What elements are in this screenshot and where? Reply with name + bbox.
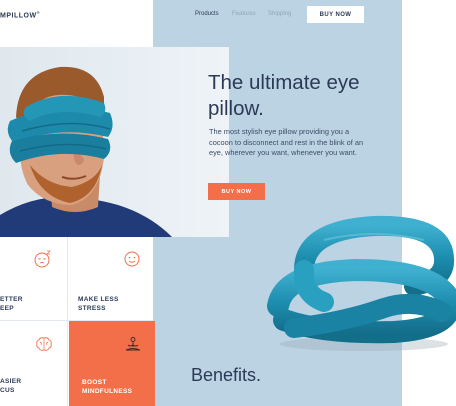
grid-divider-vertical	[67, 237, 68, 406]
sleeping-face-icon	[33, 250, 53, 273]
nav-shipping[interactable]: Shipping	[268, 11, 291, 17]
hero-photo	[0, 47, 229, 237]
benefit-easier-focus: ASIER CUS	[0, 378, 22, 394]
benefit-better-sleep: ETTER EEP	[0, 296, 23, 312]
hero-title: The ultimate eye pillow.	[208, 71, 360, 120]
smiling-face-icon	[123, 250, 141, 273]
header-buy-now-button[interactable]: BUY NOW	[307, 6, 364, 23]
benefit-card-boost-mindfulness[interactable]: BOOST MINDFULNESS	[69, 321, 155, 406]
hero-description: The most stylish eye pillow providing yo…	[209, 127, 364, 157]
eye-pillow-product-image	[264, 210, 456, 355]
benefit-boost-mindfulness-label: BOOST MINDFULNESS	[82, 379, 133, 395]
brand-logo[interactable]: MPILLOW®	[0, 10, 40, 19]
benefits-heading: Benefits.	[191, 365, 262, 385]
brain-icon	[35, 335, 53, 358]
nav-features[interactable]: Features	[232, 11, 256, 17]
meditation-icon	[124, 336, 142, 359]
benefit-make-less-stress: MAKE LESS STRESS	[78, 296, 119, 312]
nav-products[interactable]: Products	[195, 11, 219, 17]
hero-buy-now-button[interactable]: BUY NOW	[208, 183, 265, 200]
man-wearing-eye-pillow-illustration	[0, 47, 229, 237]
